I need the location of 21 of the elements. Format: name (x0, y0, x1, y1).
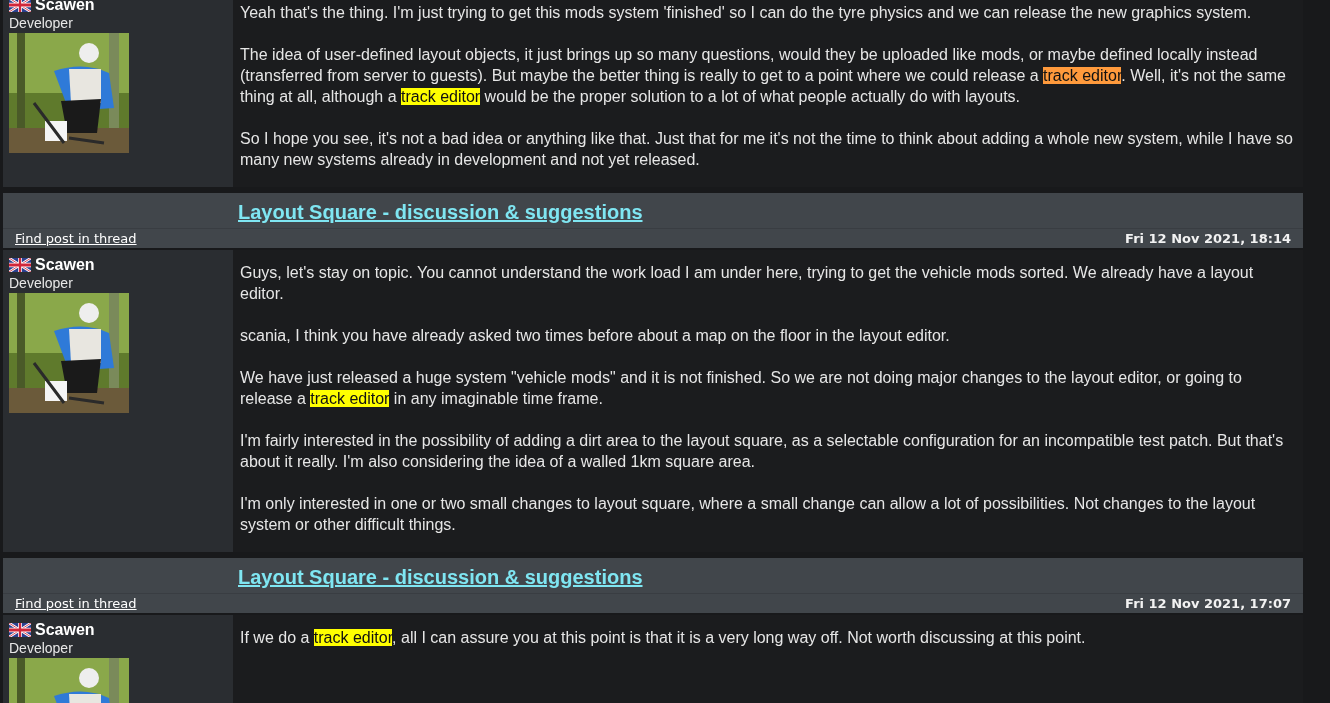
uk-flag-icon (9, 0, 31, 12)
post-paragraph: scania, I think you have already asked two times before about a map on the floor in the layout editor. (240, 326, 951, 346)
author-role: Developer (9, 15, 73, 31)
author-name[interactable]: Scawen (35, 621, 95, 639)
find-post-link[interactable]: Find post in thread (15, 596, 137, 611)
post-paragraph: Yeah that's the thing. I'm just trying to get this mods system 'finished' so I can do the tyre physics and we can release the new graphics system. (240, 3, 1253, 23)
post-paragraph: We have just released a huge system "vehicle mods" and it is not finished. So we are not doing major changes to the layout editor, or going to release a track editor in any imaginable time frame. (240, 368, 1243, 409)
find-post-link[interactable]: Find post in thread (15, 231, 137, 246)
post-date: Fri 12 Nov 2021, 18:14 (1125, 231, 1291, 246)
author-name[interactable]: Scawen (35, 256, 95, 274)
post-paragraph: So I hope you see, it's not a bad idea or anything like that. Just that for me it's not the time to think about adding a whole new system, while I have so many new systems already in development and not yet released. (240, 129, 1294, 170)
thread-title-link[interactable]: Layout Square - discussion & suggestions (238, 201, 643, 223)
uk-flag-icon (9, 623, 31, 637)
post-paragraph: I'm only interested in one or two small changes to layout square, where a small change can allow a lot of possibilities. Not changes to the layout system or other difficult things. (240, 494, 1257, 535)
post-paragraph: Guys, let's stay on topic. You cannot understand the work load I am under here, trying to get the vehicle mods sorted. We already have a layout editor. (240, 263, 1255, 304)
author-role: Developer (9, 640, 73, 656)
uk-flag-icon (9, 258, 31, 272)
post-date: Fri 12 Nov 2021, 17:07 (1125, 596, 1291, 611)
author-role: Developer (9, 275, 73, 291)
thread-title-link[interactable]: Layout Square - discussion & suggestions (238, 566, 643, 588)
post-paragraph: I'm fairly interested in the possibility of adding a dirt area to the layout square, as a selectable configuration for an incompatible test patch. But that's about it really. I'm also considering the idea of a walled 1km square area. (240, 431, 1285, 472)
